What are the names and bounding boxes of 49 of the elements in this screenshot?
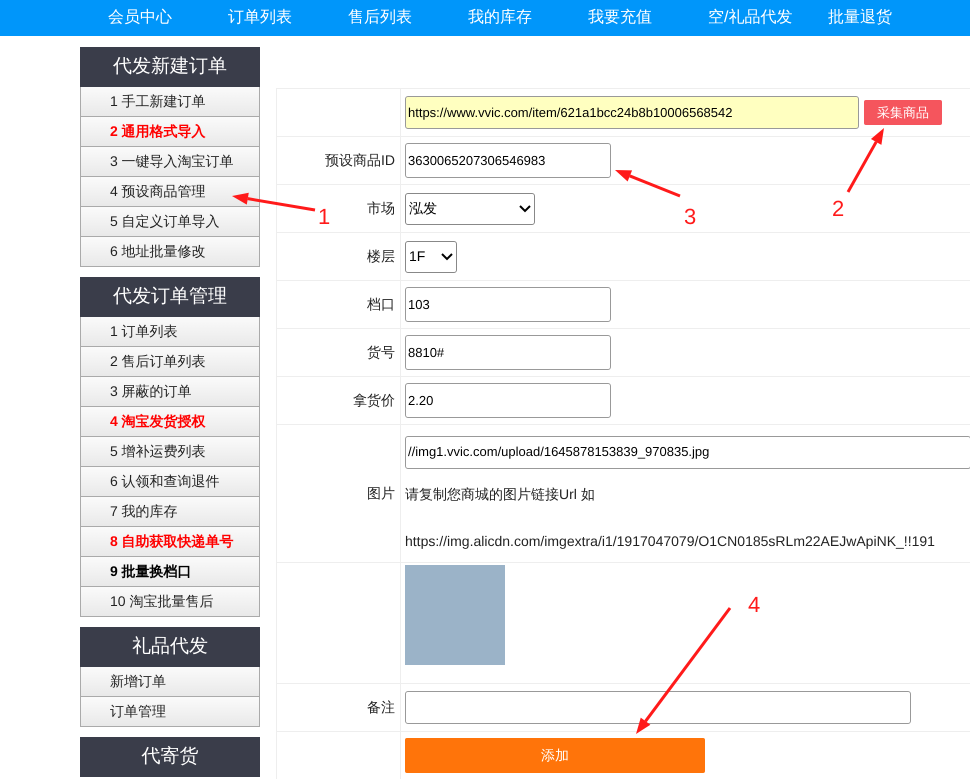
field-label: 楼层 xyxy=(367,247,395,266)
dropdown-select[interactable]: 泓发 xyxy=(405,192,535,224)
annotation-number: 2 xyxy=(832,198,844,220)
sidebar-section-header: 代发订单管理 xyxy=(80,277,260,317)
remark-input-field[interactable] xyxy=(405,691,911,724)
chevron-down-icon xyxy=(441,252,453,260)
annotation-number: 1 xyxy=(318,206,330,228)
sidebar-item[interactable]: 6 认领和查询退件 xyxy=(81,467,259,497)
sidebar-item[interactable]: 8 自助获取快递单号 xyxy=(81,527,259,557)
sidebar-section-header: 代发新建订单 xyxy=(80,47,260,87)
sidebar-item[interactable]: 2 售后订单列表 xyxy=(81,347,259,377)
image-url-hint: 请复制您商城的图片链接Url 如 xyxy=(405,484,596,504)
sidebar-item[interactable]: 4 预设商品管理 xyxy=(81,177,259,207)
sidebar-item[interactable]: 9 批量换档口 xyxy=(81,557,259,587)
text-input-field[interactable]: 103 xyxy=(405,287,611,322)
sidebar-item[interactable]: 1 手工新建订单 xyxy=(81,87,259,117)
sidebar-item[interactable]: 2 通用格式导入 xyxy=(81,117,259,147)
url-input-field[interactable]: https://www.vvic.com/item/621a1bcc24b8b10006568542 xyxy=(405,96,859,129)
text-input-field[interactable]: 3630065207306546983 xyxy=(405,143,611,178)
chevron-down-icon xyxy=(519,204,531,212)
text-input-field[interactable]: 8810# xyxy=(405,335,611,370)
sidebar-item[interactable]: 5 自定义订单导入 xyxy=(81,207,259,237)
sidebar-section-header: 礼品代发 xyxy=(80,627,260,667)
sidebar-item[interactable]: 订单管理 xyxy=(81,697,259,727)
field-label: 档口 xyxy=(367,295,395,314)
field-label: 拿货价 xyxy=(353,391,395,410)
image-url-input-field[interactable]: //img1.vvic.com/upload/1645878153839_970835.jpg xyxy=(405,436,970,468)
field-label: 预设商品ID xyxy=(325,151,395,170)
text-input-field[interactable]: 2.20 xyxy=(405,383,611,418)
sidebar-item[interactable]: 5 增补运费列表 xyxy=(81,437,259,467)
sidebar-item[interactable]: 1 订单列表 xyxy=(81,317,259,347)
field-label: 货号 xyxy=(367,343,395,362)
annotation-number: 3 xyxy=(684,206,696,228)
sidebar-section-header: 代寄货 xyxy=(80,737,260,777)
annotation-arrow xyxy=(615,170,681,198)
sidebar-item[interactable]: 10 淘宝批量售后 xyxy=(81,587,259,617)
image-url-example: https://img.alicdn.com/imgextra/i1/1917047079/O1CN0185sRLm22AEJwApiNK_!!191 xyxy=(405,532,936,551)
dropdown-select[interactable]: 1F xyxy=(405,240,457,272)
field-label: 市场 xyxy=(367,199,395,218)
annotation-arrow xyxy=(846,128,884,193)
sidebar-item[interactable]: 新增订单 xyxy=(81,667,259,697)
sidebar-item[interactable]: 7 我的库存 xyxy=(81,497,259,527)
sidebar-item[interactable]: 6 地址批量修改 xyxy=(81,237,259,267)
sidebar-item[interactable]: 4 淘宝发货授权 xyxy=(81,407,259,437)
sidebar-item[interactable]: 3 一键导入淘宝订单 xyxy=(81,147,259,177)
sidebar-item[interactable]: 3 屏蔽的订单 xyxy=(81,377,259,407)
field-label: 图片 xyxy=(367,484,395,503)
field-label: 备注 xyxy=(367,698,395,717)
annotation-number: 4 xyxy=(748,594,760,616)
